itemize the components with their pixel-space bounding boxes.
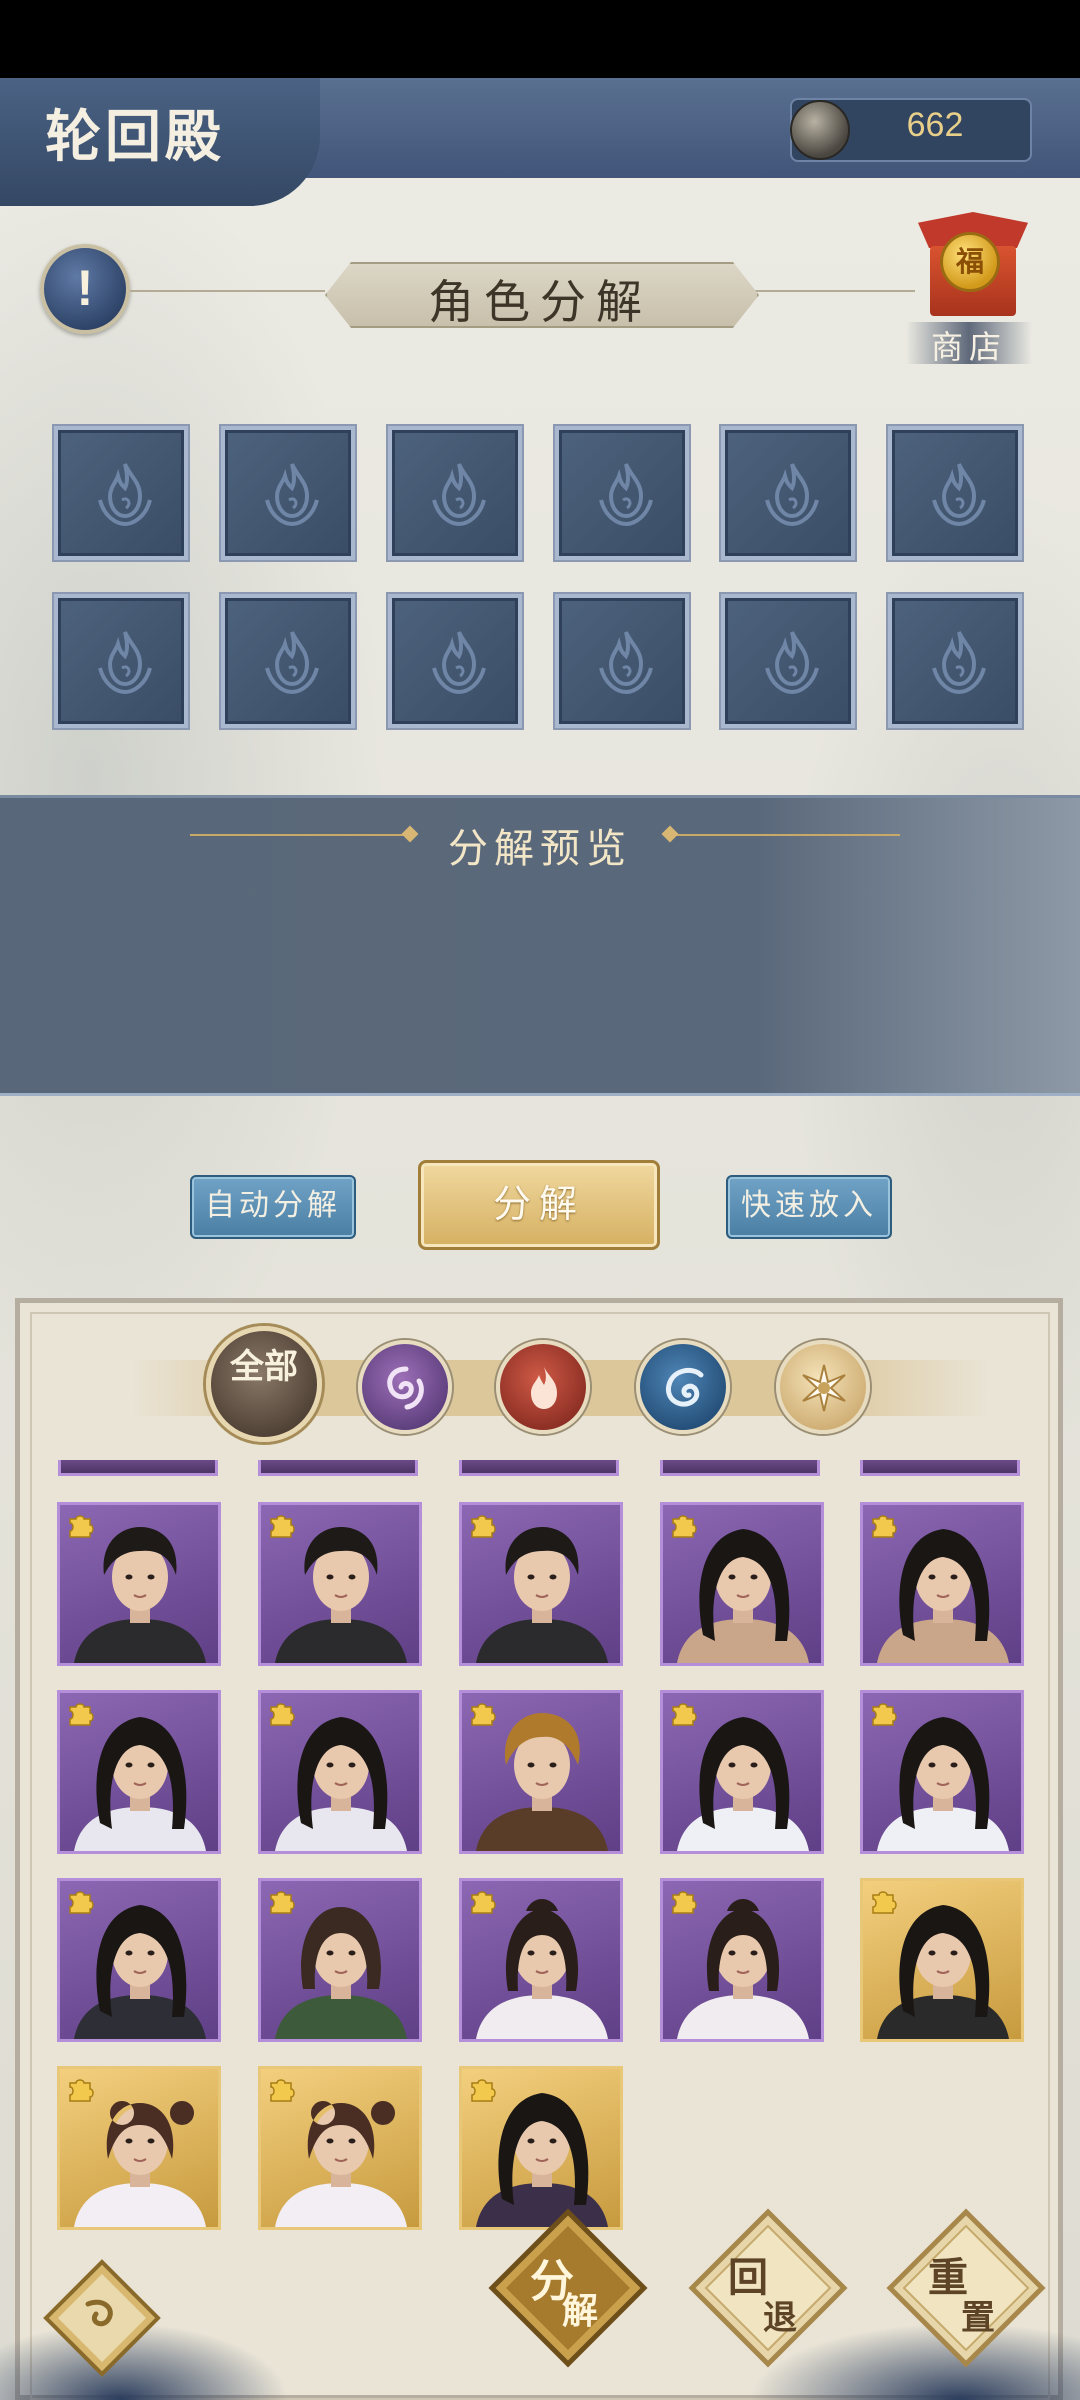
flame-crest-icon xyxy=(599,631,653,695)
character-card[interactable] xyxy=(57,1878,221,2042)
puzzle-piece-icon xyxy=(270,1703,295,1726)
puzzle-piece-icon xyxy=(471,1515,496,1538)
character-card[interactable] xyxy=(660,1690,824,1854)
puzzle-piece-icon xyxy=(672,1515,697,1538)
preview-line-right xyxy=(670,834,900,836)
shop-label: 商店 xyxy=(930,328,1007,366)
character-card[interactable] xyxy=(57,1502,221,1666)
character-card[interactable] xyxy=(258,1502,422,1666)
status-bar xyxy=(0,0,1080,78)
character-card[interactable] xyxy=(459,1878,623,2042)
header-title: 轮回殿 xyxy=(45,104,225,170)
bottom-decompose-char-2: 解 xyxy=(561,2290,598,2332)
preview-title: 分解预览 xyxy=(448,826,632,872)
flame-crest-icon xyxy=(932,463,986,527)
character-card[interactable] xyxy=(57,2066,221,2230)
decompose-slot[interactable] xyxy=(221,426,355,560)
character-card[interactable] xyxy=(258,2066,422,2230)
character-card[interactable] xyxy=(459,1502,623,1666)
roster-card-partial[interactable] xyxy=(459,1460,619,1476)
puzzle-piece-icon xyxy=(872,1891,897,1914)
character-card[interactable] xyxy=(459,2066,623,2230)
decompose-slot[interactable] xyxy=(555,426,689,560)
character-card[interactable] xyxy=(660,1878,824,2042)
flame-crest-icon xyxy=(932,631,986,695)
coin-icon: 福 xyxy=(940,232,1000,292)
filter-light-button[interactable] xyxy=(776,1340,870,1434)
filter-wind-button[interactable] xyxy=(636,1340,730,1434)
flame-crest-icon xyxy=(265,631,319,695)
decompose-slot[interactable] xyxy=(888,594,1022,728)
flame-crest-icon xyxy=(765,631,819,695)
puzzle-piece-icon xyxy=(672,1891,697,1914)
decompose-slot[interactable] xyxy=(721,426,855,560)
character-card[interactable] xyxy=(258,1690,422,1854)
puzzle-piece-icon xyxy=(471,1891,496,1914)
decompose-slot[interactable] xyxy=(388,594,522,728)
auto-decompose-button[interactable]: 自动分解 xyxy=(190,1175,356,1239)
quick-put-button[interactable]: 快速放入 xyxy=(726,1175,892,1239)
wave-icon xyxy=(665,1367,704,1407)
flame-crest-icon xyxy=(98,463,152,527)
preview-line-left xyxy=(190,834,410,836)
page-title: 角色分解 xyxy=(428,275,652,329)
character-card[interactable] xyxy=(459,1690,623,1854)
decompose-slot[interactable] xyxy=(221,594,355,728)
retreat-char-2: 退 xyxy=(763,2298,797,2338)
puzzle-piece-icon xyxy=(471,1703,496,1726)
info-button[interactable]: ! xyxy=(40,244,130,334)
roster-card-partial[interactable] xyxy=(860,1460,1020,1476)
flame-icon xyxy=(531,1367,557,1409)
flame-crest-icon xyxy=(98,631,152,695)
flame-crest-icon xyxy=(432,631,486,695)
puzzle-piece-icon xyxy=(69,1891,94,1914)
puzzle-piece-icon xyxy=(69,2079,94,2102)
decompose-slot[interactable] xyxy=(721,594,855,728)
character-card[interactable] xyxy=(57,1690,221,1854)
retreat-button[interactable] xyxy=(688,2208,848,2368)
swirl-icon xyxy=(387,1366,424,1410)
filter-fire-button[interactable] xyxy=(496,1340,590,1434)
decompose-button[interactable]: 分解 xyxy=(418,1160,660,1250)
currency-icon xyxy=(790,100,850,160)
decompose-slot[interactable] xyxy=(388,426,522,560)
puzzle-piece-icon xyxy=(270,1515,295,1538)
filter-water-button[interactable] xyxy=(358,1340,452,1434)
flame-crest-icon xyxy=(599,463,653,527)
decompose-slot[interactable] xyxy=(54,426,188,560)
puzzle-piece-icon xyxy=(69,1515,94,1538)
character-card[interactable] xyxy=(258,1878,422,2042)
character-card[interactable] xyxy=(860,1690,1024,1854)
roster-card-partial[interactable] xyxy=(58,1460,218,1476)
roster-card-partial[interactable] xyxy=(660,1460,820,1476)
puzzle-piece-icon xyxy=(672,1703,697,1726)
decompose-slot[interactable] xyxy=(54,594,188,728)
decompose-slot[interactable] xyxy=(555,594,689,728)
flame-crest-icon xyxy=(765,463,819,527)
puzzle-piece-icon xyxy=(872,1703,897,1726)
puzzle-piece-icon xyxy=(270,1891,295,1914)
puzzle-piece-icon xyxy=(872,1515,897,1538)
flame-crest-icon xyxy=(432,463,486,527)
decompose-slot[interactable] xyxy=(888,426,1022,560)
currency-value: 662 xyxy=(906,106,964,144)
puzzle-piece-icon xyxy=(69,1703,94,1726)
title-line-left xyxy=(130,290,325,292)
character-card[interactable] xyxy=(860,1878,1024,2042)
character-card[interactable] xyxy=(660,1502,824,1666)
roster-card-partial[interactable] xyxy=(258,1460,418,1476)
filter-all-label: 全部 xyxy=(230,1347,298,1387)
flame-crest-icon xyxy=(265,463,319,527)
title-line-right xyxy=(755,290,915,292)
puzzle-piece-icon xyxy=(270,2079,295,2102)
reset-char-2: 置 xyxy=(961,2298,995,2338)
sun-icon xyxy=(802,1364,846,1412)
back-button[interactable] xyxy=(42,2258,162,2378)
character-card[interactable] xyxy=(860,1502,1024,1666)
puzzle-piece-icon xyxy=(471,2079,496,2102)
